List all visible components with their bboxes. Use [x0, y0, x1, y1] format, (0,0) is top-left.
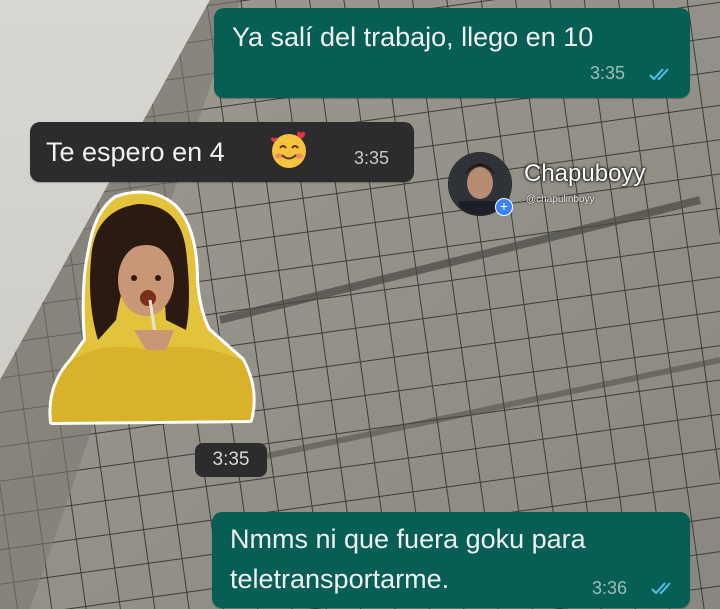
outgoing-message-bubble[interactable]: Ya salí del trabajo, llego en 10 3:35 — [214, 8, 690, 98]
message-line-2: teletransportarme. — [230, 564, 450, 594]
message-time: 3:35 — [590, 63, 626, 83]
incoming-message-bubble[interactable]: Te espero en 4 3:35 — [30, 122, 414, 182]
double-check-icon — [649, 68, 669, 81]
outgoing-message-bubble[interactable]: Nmms ni que fuera goku para teletranspor… — [212, 512, 690, 608]
watermark-name: Chapuboyy — [524, 160, 646, 187]
sticker-image[interactable] — [46, 190, 256, 426]
watermark-handle: @chapulinboyy — [526, 194, 595, 205]
smiling-face-with-hearts-icon — [271, 131, 306, 168]
message-time: 3:35 — [354, 148, 390, 168]
message-line-1: Nmms ni que fuera goku para — [230, 524, 586, 554]
message-text: Te espero en 4 — [46, 137, 225, 167]
sticker-time: 3:35 — [195, 443, 267, 477]
message-time: 3:36 — [592, 578, 628, 598]
add-icon: + — [495, 198, 513, 216]
double-check-icon — [651, 582, 671, 595]
message-text: Ya salí del trabajo, llego en 10 — [232, 22, 594, 52]
